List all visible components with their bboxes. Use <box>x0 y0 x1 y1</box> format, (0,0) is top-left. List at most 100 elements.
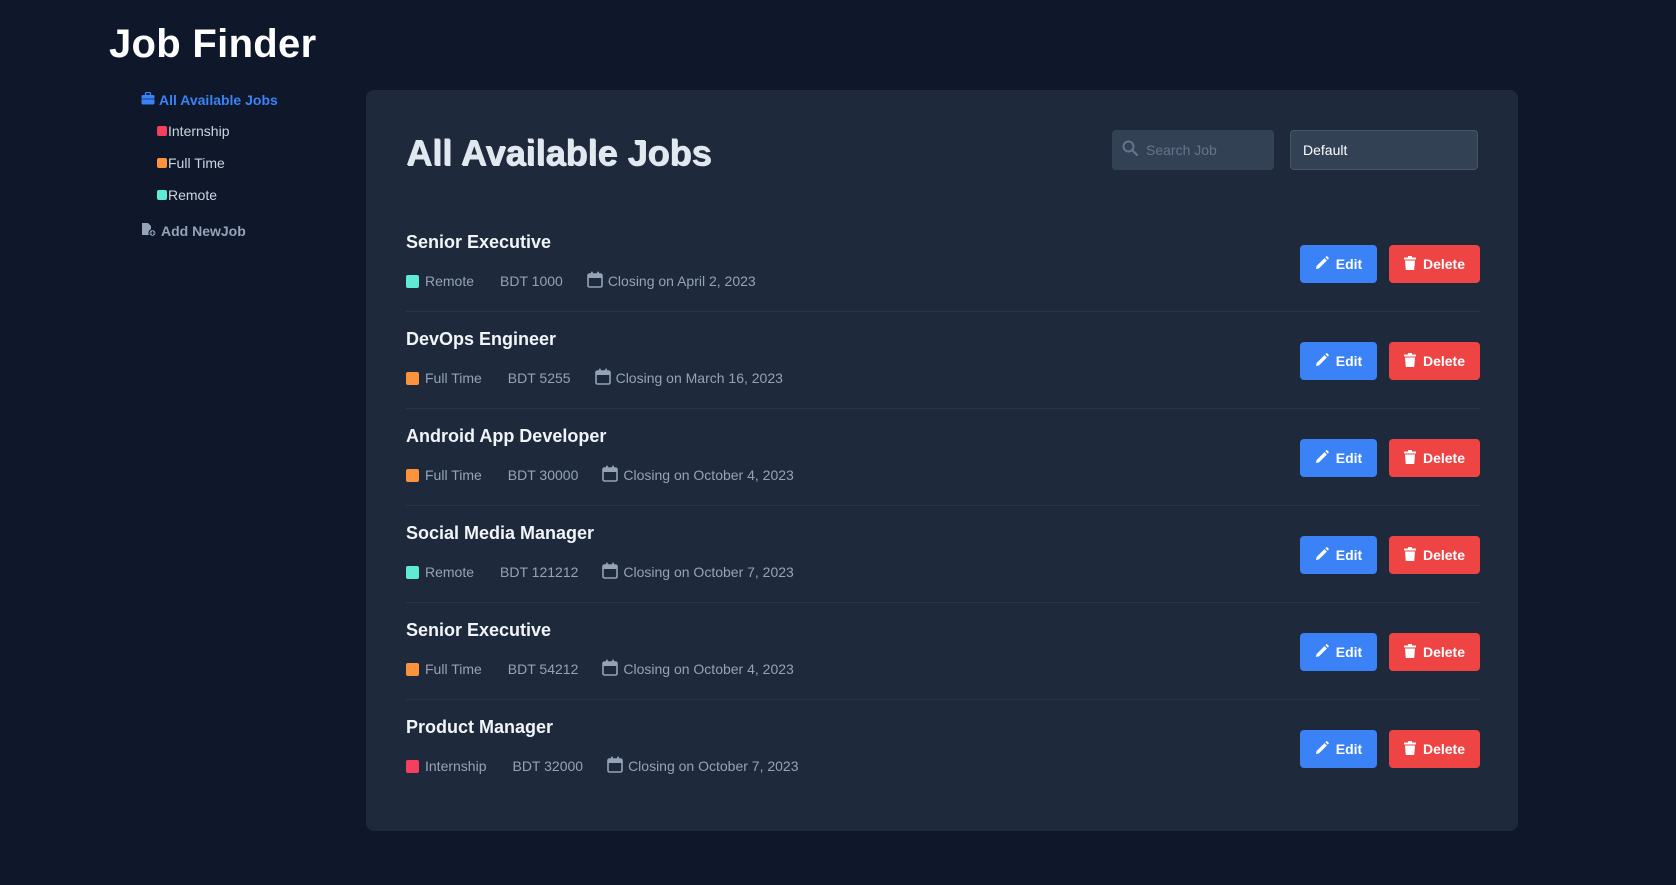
job-type-color-swatch <box>406 274 419 288</box>
job-title: Senior Executive <box>406 232 552 252</box>
pencil-icon <box>1315 449 1329 467</box>
sidebar-item-all-jobs[interactable]: All Available Jobs <box>141 91 361 108</box>
job-actions: Edit Delete <box>1300 342 1480 380</box>
job-type: Internship <box>406 758 486 774</box>
delete-button[interactable]: Delete <box>1389 245 1480 283</box>
trash-icon <box>1403 643 1416 661</box>
delete-button-label: Delete <box>1422 256 1466 272</box>
edit-button-label: Edit <box>1335 644 1363 660</box>
job-meta: Full Time BDT 30000 Closing on October 4… <box>406 465 794 485</box>
job-meta: Full Time BDT 54212 Closing on October 4… <box>406 659 794 679</box>
job-closing-date: Closing on October 4, 2023 <box>602 465 794 485</box>
sidebar-item-add-job[interactable]: Add NewJob <box>141 222 361 240</box>
sidebar-item-internship[interactable]: Internship <box>157 115 361 147</box>
app-title: Job Finder <box>109 22 317 66</box>
delete-button[interactable]: Delete <box>1389 633 1480 671</box>
sort-select[interactable]: Default <box>1290 130 1478 170</box>
job-salary: BDT 54212 <box>507 661 579 677</box>
job-type-label: Remote <box>425 564 475 580</box>
job-closing-label: Closing on April 2, 2023 <box>607 273 756 289</box>
edit-button-label: Edit <box>1335 450 1363 466</box>
briefcase-icon <box>141 91 155 108</box>
delete-button-label: Delete <box>1422 741 1466 757</box>
calendar-icon <box>594 368 611 388</box>
job-title: Android App Developer <box>406 426 607 446</box>
job-closing-date: Closing on April 2, 2023 <box>587 271 756 291</box>
edit-button-label: Edit <box>1335 353 1363 369</box>
edit-button-label: Edit <box>1335 256 1363 272</box>
job-type-color-swatch <box>406 468 419 482</box>
page-title: All Available Jobs <box>406 132 712 173</box>
edit-button[interactable]: Edit <box>1300 245 1377 283</box>
sidebar-item-remote[interactable]: Remote <box>157 179 361 211</box>
job-type-label: Full Time <box>425 370 482 386</box>
job-title: Senior Executive <box>406 620 552 640</box>
trash-icon <box>1403 352 1416 370</box>
job-type-color-swatch <box>406 662 419 676</box>
job-type: Remote <box>406 273 474 289</box>
edit-button[interactable]: Edit <box>1300 342 1377 380</box>
sidebar-item-label: Add NewJob <box>161 223 246 239</box>
job-actions: Edit Delete <box>1300 633 1480 671</box>
job-type-label: Remote <box>425 273 475 289</box>
sidebar-item-label: Internship <box>168 123 230 139</box>
pencil-icon <box>1315 643 1329 661</box>
job-closing-label: Closing on October 7, 2023 <box>628 758 799 774</box>
delete-button[interactable]: Delete <box>1389 342 1480 380</box>
job-actions: Edit Delete <box>1300 439 1480 477</box>
job-type-label: Internship <box>425 758 487 774</box>
job-salary: BDT 30000 <box>507 467 579 483</box>
edit-button[interactable]: Edit <box>1300 439 1377 477</box>
job-closing-label: Closing on October 4, 2023 <box>623 661 794 677</box>
delete-button-label: Delete <box>1422 644 1466 660</box>
edit-button[interactable]: Edit <box>1300 536 1377 574</box>
job-closing-date: Closing on October 4, 2023 <box>602 659 794 679</box>
calendar-icon <box>602 659 619 679</box>
search-icon <box>1122 140 1139 161</box>
job-title: Product Manager <box>406 717 554 737</box>
job-row: DevOps Engineer Full Time BDT 5255 Closi… <box>406 312 1480 409</box>
sidebar-item-label: Full Time <box>168 155 225 171</box>
sidebar-item-full-time[interactable]: Full Time <box>157 147 361 179</box>
trash-icon <box>1403 740 1416 758</box>
job-actions: Edit Delete <box>1300 536 1480 574</box>
delete-button[interactable]: Delete <box>1389 439 1480 477</box>
file-add-icon <box>141 222 157 240</box>
job-row: Senior Executive Remote BDT 1000 Closing… <box>406 215 1480 312</box>
calendar-icon <box>587 271 603 291</box>
pencil-icon <box>1315 546 1329 564</box>
job-type-filter-list: Internship Full Time Remote <box>157 115 361 211</box>
sidebar: All Available Jobs Internship Full Time … <box>141 91 361 240</box>
search-input[interactable] <box>1146 142 1256 158</box>
job-salary: BDT 121212 <box>500 564 579 580</box>
job-closing-date: Closing on March 16, 2023 <box>594 368 783 388</box>
job-title: Social Media Manager <box>406 523 595 543</box>
job-row: Senior Executive Full Time BDT 54212 Clo… <box>406 603 1480 700</box>
job-row: Product Manager Internship BDT 32000 Clo… <box>406 700 1480 797</box>
remote-color-swatch <box>157 190 167 200</box>
job-salary: BDT 32000 <box>512 758 584 774</box>
job-actions: Edit Delete <box>1300 245 1480 283</box>
job-title: DevOps Engineer <box>406 329 557 349</box>
delete-button[interactable]: Delete <box>1389 730 1480 768</box>
job-type: Full Time <box>406 661 482 677</box>
job-type: Remote <box>406 564 474 580</box>
calendar-icon <box>602 465 619 485</box>
job-closing-label: Closing on October 4, 2023 <box>623 467 794 483</box>
edit-button[interactable]: Edit <box>1300 730 1377 768</box>
job-type: Full Time <box>406 467 482 483</box>
delete-button-label: Delete <box>1422 450 1466 466</box>
sidebar-item-label: Remote <box>168 187 218 203</box>
full-time-color-swatch <box>157 158 167 168</box>
delete-button[interactable]: Delete <box>1389 536 1480 574</box>
edit-button[interactable]: Edit <box>1300 633 1377 671</box>
job-closing-label: Closing on March 16, 2023 <box>615 370 783 386</box>
job-list: Senior Executive Remote BDT 1000 Closing… <box>406 215 1480 797</box>
job-type-label: Full Time <box>425 467 482 483</box>
job-type: Full Time <box>406 370 482 386</box>
job-closing-date: Closing on October 7, 2023 <box>607 756 799 776</box>
internship-color-swatch <box>157 126 167 136</box>
job-type-color-swatch <box>406 371 419 385</box>
job-meta: Remote BDT 121212 Closing on October 7, … <box>406 562 794 582</box>
calendar-icon <box>607 756 623 776</box>
